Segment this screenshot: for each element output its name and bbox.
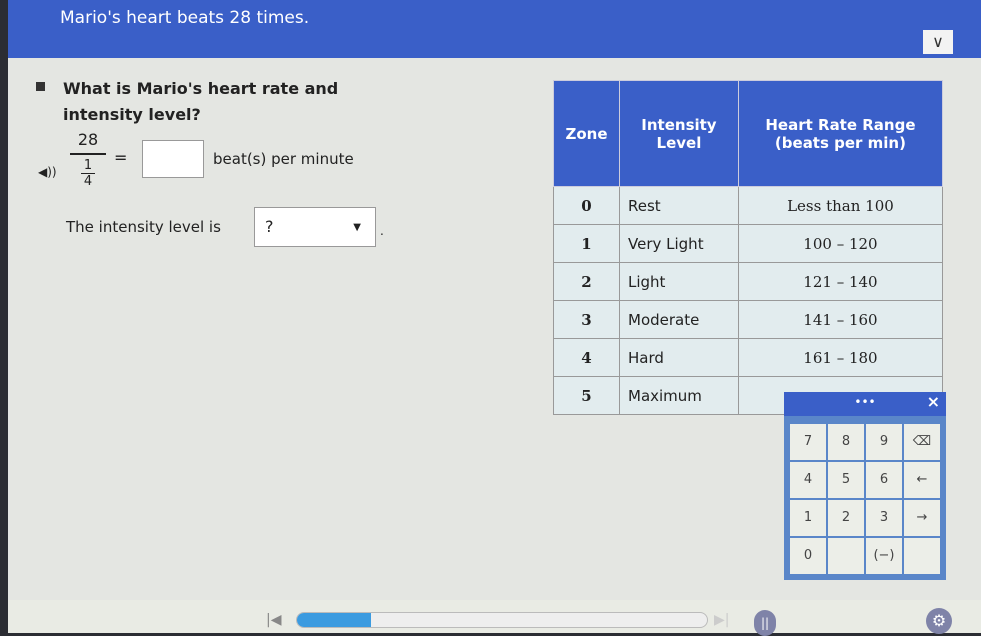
denominator-denominator: 4 (83, 174, 93, 189)
keypad-key[interactable] (904, 538, 940, 574)
keypad-key[interactable]: 9 (866, 424, 902, 460)
keypad-key[interactable]: 5 (828, 462, 864, 498)
caret-down-icon: ▼ (353, 222, 361, 233)
denominator-numerator: 1 (83, 158, 93, 173)
table-row: 3 Moderate 141 – 160 (553, 300, 944, 339)
period: . (380, 224, 384, 238)
keypad-header[interactable]: ••• × (784, 392, 946, 416)
heart-rate-input[interactable] (142, 140, 204, 178)
dropdown-value: ? (265, 217, 274, 236)
cell-intensity: Rest (619, 186, 739, 225)
pause-icon[interactable]: || (754, 610, 776, 636)
cell-intensity: Maximum (619, 376, 739, 415)
table-row: 4 Hard 161 – 180 (553, 338, 944, 377)
skip-forward-icon[interactable]: ▶| (714, 612, 729, 628)
heart-rate-table: Zone Intensity Level Heart Rate Range (b… (553, 80, 944, 415)
chevron-down-icon[interactable]: ∨ (923, 30, 953, 54)
cell-zone: 0 (553, 186, 620, 225)
keypad-key[interactable] (828, 538, 864, 574)
gear-icon[interactable]: ⚙ (926, 608, 952, 634)
cell-intensity: Very Light (619, 224, 739, 263)
cell-intensity: Moderate (619, 300, 739, 339)
keypad-key[interactable]: 6 (866, 462, 902, 498)
intensity-dropdown[interactable]: ? ▼ (254, 207, 376, 247)
media-bar: |◀ ▶| || ⚙ (8, 600, 981, 636)
header-intensity: Intensity Level (619, 80, 739, 187)
header-title: Mario's heart beats 28 times. (60, 8, 310, 28)
keypad-key[interactable]: → (904, 500, 940, 536)
drag-handle-icon[interactable]: ••• (854, 395, 875, 409)
screen: Mario's heart beats 28 times. ∨ What is … (8, 0, 981, 636)
keypad-key[interactable]: ⌫ (904, 424, 940, 460)
numerator: 28 (77, 130, 99, 149)
keypad-key[interactable]: 4 (790, 462, 826, 498)
keypad-key[interactable]: 7 (790, 424, 826, 460)
equals-sign: = (114, 148, 128, 167)
table-row: 0 Rest Less than 100 (553, 186, 944, 225)
progress-track[interactable] (296, 612, 708, 628)
close-icon[interactable]: × (927, 392, 940, 412)
cell-zone: 3 (553, 300, 620, 339)
cell-range: Less than 100 (737, 186, 944, 225)
header-bar: Mario's heart beats 28 times. ∨ (8, 0, 981, 58)
table-row: 2 Light 121 – 140 (553, 262, 944, 301)
cell-zone: 2 (553, 262, 620, 301)
cell-range: 100 – 120 (737, 224, 944, 263)
progress-fill (297, 613, 371, 627)
question-prompt: What is Mario's heart rate and intensity… (63, 79, 339, 124)
header-zone: Zone (553, 80, 620, 187)
cell-intensity: Hard (619, 338, 739, 377)
cell-range: 161 – 180 (737, 338, 944, 377)
cell-range: 141 – 160 (737, 300, 944, 339)
keypad-key[interactable]: 1 (790, 500, 826, 536)
table-row: 1 Very Light 100 – 120 (553, 224, 944, 263)
cell-zone: 4 (553, 338, 620, 377)
keypad: ••• × 7 8 9 ⌫ 4 5 6 ← 1 2 3 → 0 (−) (784, 392, 946, 580)
cell-range: 121 – 140 (737, 262, 944, 301)
keypad-key[interactable]: 3 (866, 500, 902, 536)
intensity-label: The intensity level is (66, 218, 221, 236)
keypad-key[interactable]: (−) (866, 538, 902, 574)
speaker-icon[interactable]: ◀)) (38, 165, 57, 179)
skip-back-icon[interactable]: |◀ (266, 612, 281, 628)
unit-label: beat(s) per minute (213, 150, 354, 168)
header-range: Heart Rate Range (beats per min) (737, 80, 944, 187)
cell-zone: 1 (553, 224, 620, 263)
fraction: 28 1 4 (70, 130, 106, 188)
keypad-key[interactable]: 2 (828, 500, 864, 536)
keypad-key[interactable]: 0 (790, 538, 826, 574)
keypad-key[interactable]: 8 (828, 424, 864, 460)
cell-zone: 5 (553, 376, 620, 415)
cell-intensity: Light (619, 262, 739, 301)
bullet-icon (36, 82, 45, 91)
keypad-key[interactable]: ← (904, 462, 940, 498)
